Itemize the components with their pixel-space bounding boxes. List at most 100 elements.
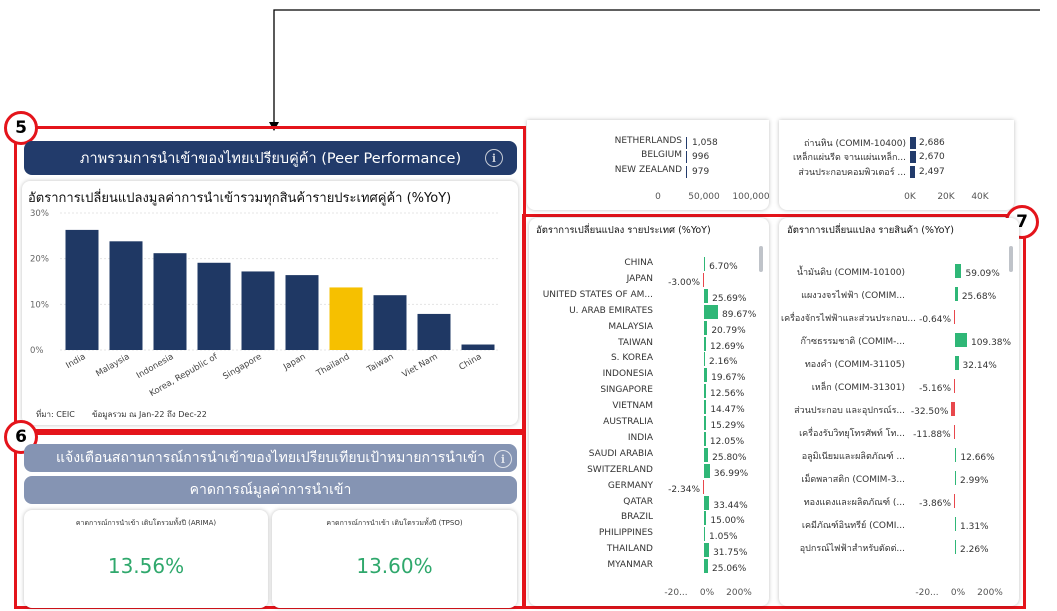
yoy-bar[interactable] — [704, 511, 707, 526]
row-value: -32.50% — [910, 407, 949, 417]
row-label: ส่วนประกอบ และอุปกรณ์ร... — [794, 406, 905, 416]
info-icon-2[interactable]: i — [494, 450, 512, 468]
product-label: เหล็กแผ่นรีด จานแผ่นเหล็ก... — [792, 153, 906, 163]
yoy-bar[interactable] — [954, 310, 955, 324]
row-value: 6.70% — [709, 262, 738, 272]
yoy-bar[interactable] — [704, 559, 708, 574]
yoy-bar[interactable] — [955, 448, 957, 462]
yoy-bar[interactable] — [704, 288, 709, 303]
axis-tick-label: 100,000 — [732, 192, 770, 202]
yoy-bar[interactable] — [704, 431, 706, 446]
bar-malaysia[interactable] — [109, 241, 143, 350]
x-tick-label: Thailand — [314, 352, 351, 379]
product-yoy-title: อัตราการเปลี่ยนแปลง รายสินค้า (%YoY) — [787, 225, 954, 236]
row-value: 25.69% — [712, 293, 747, 304]
row-value: 25.06% — [712, 564, 747, 575]
yoy-bar[interactable] — [955, 517, 956, 531]
scrollbar[interactable] — [1009, 246, 1013, 272]
yoy-bar[interactable] — [704, 384, 706, 399]
row-value: -11.88% — [913, 430, 951, 440]
scrollbar[interactable] — [759, 246, 763, 272]
yoy-bar[interactable] — [704, 447, 709, 462]
yoy-bar[interactable] — [704, 527, 705, 542]
row-value: 2.26% — [960, 545, 989, 555]
yoy-bar[interactable] — [703, 272, 704, 287]
yoy-bar[interactable] — [703, 479, 704, 494]
yoy-bar[interactable] — [951, 402, 955, 416]
bar-taiwan[interactable] — [373, 295, 407, 350]
bar-thailand[interactable] — [329, 287, 363, 350]
x-tick-label: Taiwan — [365, 352, 396, 376]
row-label: อุปกรณ์ไฟฟ้าสำหรับตัดต่... — [799, 544, 905, 554]
axis-tick-label: 0% — [699, 588, 715, 598]
country-value: 979 — [692, 167, 710, 177]
yoy-bar[interactable] — [704, 400, 707, 415]
annotation-badge-5: 5 — [4, 111, 38, 145]
axis-tick-label: -20... — [664, 588, 688, 598]
x-tick-label: Singapore — [221, 352, 263, 382]
row-value: 25.68% — [961, 292, 997, 302]
peer-header: ภาพรวมการนำเข้าของไทยเปรียบคู่ค้า (Peer … — [24, 141, 517, 175]
axis-tick-label: 200% — [726, 588, 752, 598]
yoy-bar[interactable] — [955, 471, 956, 485]
row-value: -3.00% — [668, 277, 700, 288]
yoy-bar[interactable] — [955, 287, 958, 301]
row-label: PHILIPPINES — [598, 528, 653, 539]
bar-indonesia[interactable] — [153, 253, 187, 350]
bar-korea-republic-of[interactable] — [197, 262, 231, 350]
bar-singapore[interactable] — [241, 271, 275, 350]
row-value: -2.34% — [668, 484, 700, 495]
bar-china[interactable] — [461, 344, 495, 350]
row-label: SWITZERLAND — [587, 464, 653, 475]
yoy-bar[interactable] — [704, 543, 710, 558]
row-value: 12.56% — [710, 389, 745, 400]
row-value: 89.67% — [722, 309, 757, 320]
row-label: U. ARAB EMIRATES — [569, 305, 653, 316]
yoy-bar[interactable] — [704, 368, 708, 383]
row-value: 15.00% — [710, 516, 745, 527]
row-label: AUSTRALIA — [603, 417, 653, 427]
country-bar — [686, 137, 687, 149]
info-icon[interactable]: i — [485, 149, 503, 167]
row-label: ก๊าซธรรมชาติ (COMIM-... — [800, 337, 905, 347]
alert-header: แจ้งเตือนสถานการณ์การนำเข้าของไทยเปรียบเ… — [24, 444, 517, 472]
yoy-bar[interactable] — [955, 540, 956, 554]
x-tick-label: Viet Nam — [401, 352, 440, 380]
product-bar — [910, 137, 916, 149]
axis-tick-label: 50,000 — [688, 192, 720, 202]
axis-tick-label: 0% — [950, 588, 966, 598]
yoy-bar[interactable] — [704, 257, 706, 271]
row-label: ทองคำ (COMIM-31105) — [804, 360, 905, 370]
product-value: 2,670 — [919, 152, 945, 162]
yoy-bar[interactable] — [954, 494, 955, 508]
yoy-bar[interactable] — [704, 495, 710, 510]
row-label: เม็ดพลาสติก (COMIM-3... — [801, 475, 905, 485]
yoy-bar[interactable] — [704, 336, 707, 351]
country-bar — [686, 151, 687, 163]
axis-tick-label: 40K — [971, 192, 989, 202]
x-tick-label: India — [64, 352, 87, 371]
yoy-bar[interactable] — [704, 304, 718, 319]
yoy-bar[interactable] — [704, 463, 710, 478]
bar-japan[interactable] — [285, 275, 319, 350]
yoy-bar[interactable] — [704, 416, 707, 430]
row-value: 2.16% — [709, 357, 738, 368]
alert-header-title: แจ้งเตือนสถานการณ์การนำเข้าของไทยเปรียบเ… — [56, 450, 485, 466]
yoy-bar[interactable] — [704, 320, 708, 335]
yoy-bar[interactable] — [953, 425, 955, 439]
axis-tick-label: 0K — [904, 192, 916, 202]
yoy-bar[interactable] — [955, 356, 959, 370]
row-label: VIETNAM — [612, 401, 653, 412]
peer-bar-chart: 0%10%20%30%India Malaysia IndonesiaKorea, … — [30, 209, 500, 399]
row-label: INDIA — [627, 432, 653, 443]
bar-india[interactable] — [65, 229, 99, 350]
yoy-bar[interactable] — [955, 333, 968, 347]
row-label: JAPAN — [626, 273, 653, 284]
yoy-bar[interactable] — [704, 352, 705, 367]
peer-header-title: ภาพรวมการนำเข้าของไทยเปรียบคู่ค้า (Peer … — [79, 150, 462, 167]
x-tick-label: Japan — [281, 352, 307, 373]
yoy-bar[interactable] — [955, 264, 962, 278]
yoy-bar[interactable] — [954, 379, 955, 393]
row-label: GERMANY — [607, 480, 653, 491]
bar-viet-nam[interactable] — [417, 313, 451, 350]
